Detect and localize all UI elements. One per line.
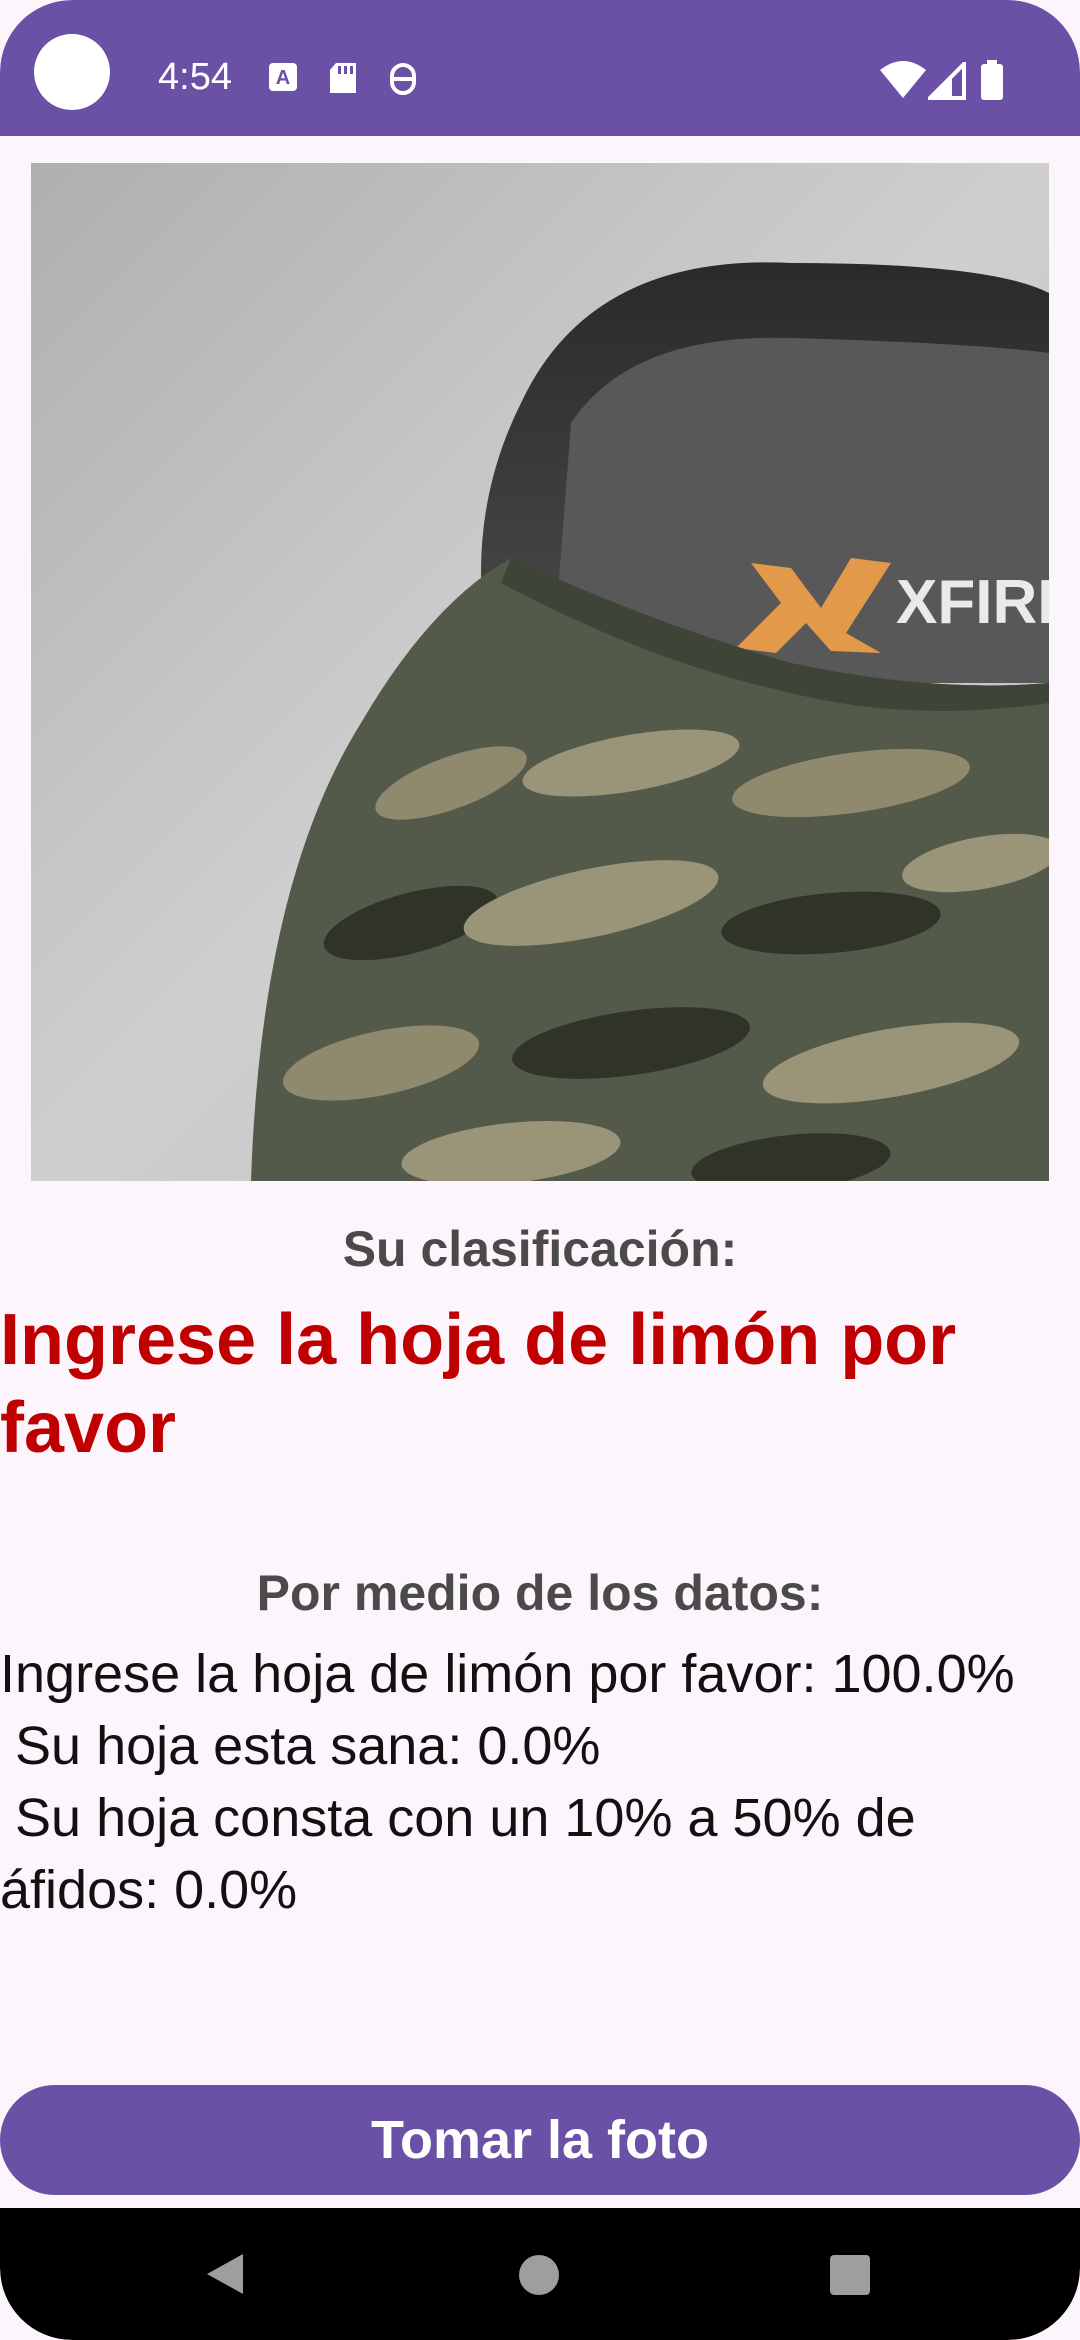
recents-icon[interactable] [829, 2254, 871, 2296]
svg-text:A: A [276, 67, 290, 89]
photo-image: XFIRE [31, 163, 1049, 1181]
classification-label: Su clasificación: [342, 1221, 738, 1277]
classification-result: Ingrese la hoja de limón por favor [0, 1300, 957, 1468]
navigation-bar [0, 2208, 1080, 2340]
data-details: Ingrese la hoja de limón por favor: 100.… [0, 1644, 1015, 1920]
svg-text:XFIRE: XFIRE [896, 568, 1049, 637]
accessibility-icon [390, 63, 416, 95]
signal-icon [928, 62, 966, 100]
take-photo-button[interactable]: Tomar la foto [0, 2085, 1080, 2195]
status-bar: 4:54 A [0, 0, 1080, 136]
sd-card-icon [330, 63, 356, 93]
wifi-icon [880, 61, 926, 98]
battery-icon [981, 60, 1003, 100]
status-time: 4:54 [158, 56, 232, 98]
keyboard-a-icon: A [269, 63, 297, 91]
home-icon[interactable] [518, 2254, 560, 2296]
camera-cutout [34, 34, 110, 110]
back-icon[interactable] [205, 2252, 245, 2296]
captured-photo: XFIRE [31, 163, 1049, 1181]
data-label: Por medio de los datos: [256, 1565, 824, 1621]
app-screen: 4:54 A XFIR Su clasificación: Ingrese la… [0, 0, 1080, 2340]
